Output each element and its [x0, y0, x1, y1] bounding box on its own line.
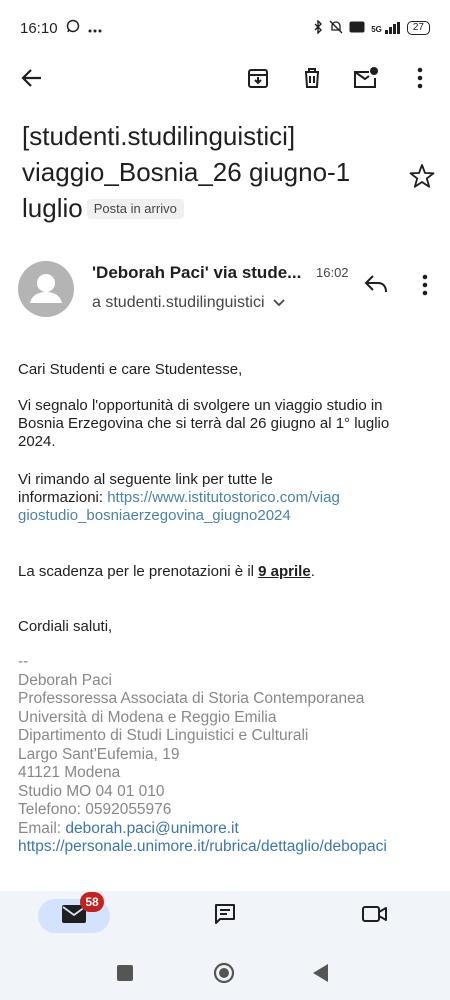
- email-subject: [studenti.studilinguistici] viaggio_Bosn…: [22, 118, 382, 226]
- closing: Cordiali saluti,: [18, 618, 113, 635]
- sig-department: Dipartimento di Studi Linguistici e Cult…: [18, 727, 309, 744]
- signal-icon: 5G: [371, 22, 401, 34]
- sig-university: Università di Modena e Reggio Emilia: [18, 708, 277, 726]
- star-icon[interactable]: [409, 163, 435, 189]
- sig-city: 41121 Modena: [18, 764, 121, 781]
- whatsapp-icon: [66, 19, 80, 37]
- sig-email-link[interactable]: deborah.paci@unimore.it: [65, 820, 238, 837]
- sig-separator: --: [18, 653, 29, 670]
- status-time: 16:10: [20, 19, 58, 37]
- deadline-paragraph: La scadenza per le prenotazioni è il 9 a…: [18, 563, 315, 580]
- recipient-label: a studenti.studilinguistici: [92, 294, 265, 311]
- home-icon[interactable]: [213, 962, 235, 989]
- meet-icon: [362, 904, 388, 929]
- recents-icon[interactable]: [117, 965, 133, 986]
- nav-meet[interactable]: [339, 899, 411, 933]
- app-bar: [0, 56, 450, 100]
- delete-icon[interactable]: [298, 64, 326, 92]
- bluetooth-icon: [313, 18, 323, 37]
- deadline-date: 9 aprile: [258, 563, 311, 580]
- sig-title: Professoressa Associata di Storia Contem…: [18, 690, 365, 707]
- mark-unread-icon[interactable]: [352, 64, 380, 92]
- body-paragraph: Vi rimando al seguente link per tutte le…: [18, 471, 340, 524]
- unread-badge: 58: [80, 892, 104, 912]
- signature: -- Deborah Paci Professoressa Associata …: [18, 653, 438, 857]
- email-time: 16:02: [316, 265, 349, 280]
- avatar[interactable]: [18, 261, 74, 317]
- back-arrow-icon[interactable]: [18, 64, 46, 92]
- battery-icon: 27: [406, 21, 430, 35]
- sig-email-row: Email: deborah.paci@unimore.it: [18, 819, 239, 837]
- more-dots-icon: [88, 20, 102, 37]
- sig-name: Deborah Paci: [18, 671, 112, 689]
- chevron-down-icon: [272, 294, 285, 312]
- subject-line: viaggio_Bosnia_26 giugno-1: [22, 157, 351, 187]
- archive-icon[interactable]: [244, 64, 272, 92]
- mute-icon: [329, 20, 343, 37]
- body-paragraph: Vi segnalo l'opportunità di svolgere un …: [18, 397, 390, 450]
- sig-street: Largo Sant'Eufemia, 19: [18, 745, 180, 763]
- sender-name[interactable]: 'Deborah Paci' via stude...: [92, 263, 310, 283]
- sig-phone: Telefono: 0592055976: [18, 801, 172, 818]
- status-bar: 16:10 5G 27: [0, 0, 450, 56]
- subject-line: [studenti.studilinguistici]: [22, 121, 296, 151]
- greeting: Cari Studenti e care Studentesse,: [18, 361, 243, 378]
- label-chip[interactable]: Posta in arrivo: [86, 199, 184, 219]
- volte-icon: [349, 21, 365, 36]
- system-nav-bar: [0, 947, 450, 1000]
- reply-icon[interactable]: [363, 273, 391, 297]
- nav-chat[interactable]: [189, 899, 261, 933]
- sig-office: Studio MO 04 01 010: [18, 782, 165, 800]
- bottom-nav: 58: [0, 891, 450, 947]
- recipient-details[interactable]: a studenti.studilinguistici: [92, 294, 285, 312]
- sig-url-link[interactable]: https://personale.unimore.it/rubrica/det…: [18, 838, 438, 857]
- back-nav-icon[interactable]: [313, 964, 329, 987]
- subject-line: luglio Posta in arrivo: [22, 190, 382, 226]
- more-vert-icon[interactable]: [406, 64, 434, 92]
- chat-icon: [213, 902, 237, 931]
- nav-mail[interactable]: 58: [38, 892, 110, 933]
- message-more-icon[interactable]: [413, 273, 437, 297]
